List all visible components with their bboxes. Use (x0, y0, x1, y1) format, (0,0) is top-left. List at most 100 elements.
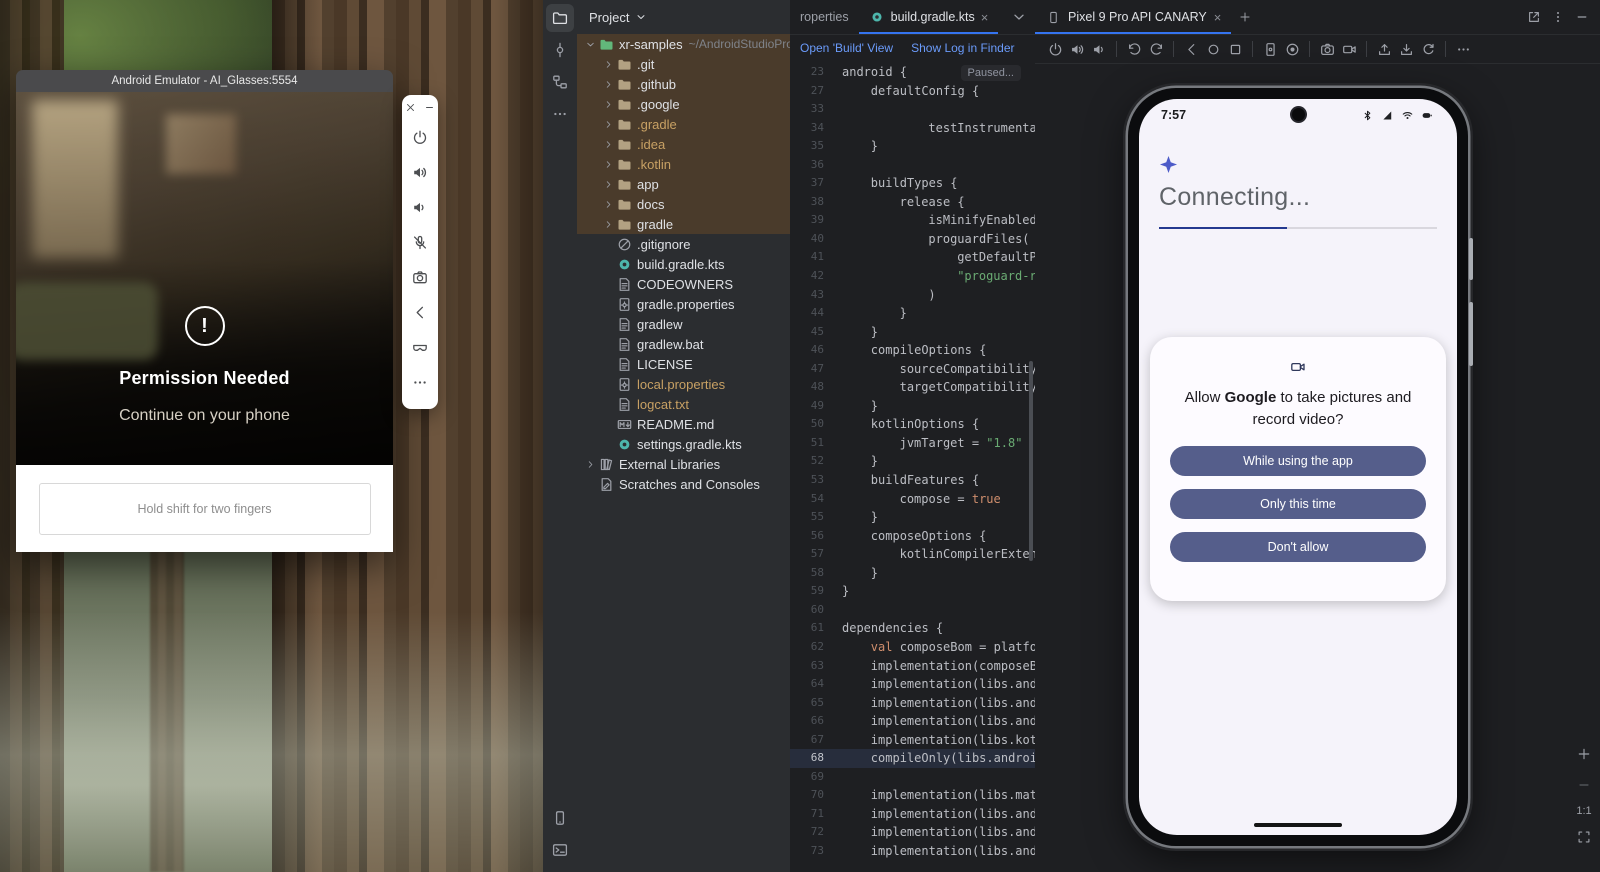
tree-item-external-libraries[interactable]: External Libraries (577, 454, 790, 474)
emulator-power-button[interactable] (407, 120, 433, 155)
emulator-titlebar[interactable]: Android Emulator - AI_Glasses:5554 (16, 70, 393, 92)
chevron-right-icon[interactable] (601, 117, 616, 132)
code-line-48: 48targetCompatibility (790, 378, 1035, 397)
code-line-73: 73implementation(libs.andr (790, 842, 1035, 861)
chevron-right-icon[interactable] (601, 177, 616, 192)
emulator-goggles-button[interactable] (407, 330, 433, 365)
folder-icon (616, 216, 632, 232)
tree-item-readme-md[interactable]: README.md (577, 414, 790, 434)
device-overview-button[interactable] (1225, 38, 1245, 60)
tool-project-folder-button[interactable] (546, 4, 574, 32)
tab-overflow-button[interactable] (1003, 0, 1035, 34)
device-power-button[interactable] (1045, 38, 1065, 60)
line-number: 65 (790, 694, 834, 713)
tree-item-local-properties[interactable]: local.properties (577, 374, 790, 394)
chevron-down-icon[interactable] (633, 9, 649, 25)
device-rotate-left-button[interactable] (1124, 38, 1144, 60)
device-rotate-right-button[interactable] (1146, 38, 1166, 60)
tree-item-settings-gradle-kts[interactable]: settings.gradle.kts (577, 434, 790, 454)
chevron-right-icon[interactable] (601, 217, 616, 232)
code-line-40: 40proguardFiles( (790, 230, 1035, 249)
tree-item-codeowners[interactable]: CODEOWNERS (577, 274, 790, 294)
zoom-fit-button[interactable] (1574, 826, 1594, 848)
device-volume-up-button[interactable] (1067, 38, 1087, 60)
emulator-volume-down-button[interactable] (407, 190, 433, 225)
close-tab-icon[interactable]: × (981, 11, 989, 24)
tree-item-gradlew[interactable]: gradlew (577, 314, 790, 334)
tool-structure-button[interactable] (546, 68, 574, 96)
emulator-back-button[interactable] (407, 295, 433, 330)
tree-item-gradle[interactable]: .gradle (577, 114, 790, 134)
device-back-button[interactable] (1181, 38, 1201, 60)
hide-button[interactable] (1572, 6, 1592, 28)
chevron-right-icon[interactable] (601, 77, 616, 92)
device-record-button[interactable] (1282, 38, 1302, 60)
editor-scrollbar[interactable] (1029, 361, 1033, 561)
tab-build-gradle-kts[interactable]: build.gradle.kts × (859, 0, 999, 34)
device-more-button[interactable] (1453, 38, 1473, 60)
open-build-view-link[interactable]: Open 'Build' View (800, 41, 893, 55)
zoom-out-button[interactable] (1574, 774, 1594, 796)
chevron-right-icon[interactable] (601, 157, 616, 172)
code-line-37: 37buildTypes { (790, 174, 1035, 193)
tree-item-git[interactable]: .git (577, 54, 790, 74)
tree-item-google[interactable]: .google (577, 94, 790, 114)
emulator-camera-button[interactable] (407, 260, 433, 295)
kebab-button[interactable] (1548, 6, 1568, 28)
tree-item-gitignore[interactable]: .gitignore (577, 234, 790, 254)
device-download-button[interactable] (1396, 38, 1416, 60)
chevron-right-icon[interactable] (601, 97, 616, 112)
device-home-button[interactable] (1203, 38, 1223, 60)
tree-item-app[interactable]: app (577, 174, 790, 194)
device-volume-down-button[interactable] (1089, 38, 1109, 60)
tree-item-gradle[interactable]: gradle (577, 214, 790, 234)
emulator-screen[interactable]: ! Permission Needed Continue on your pho… (16, 92, 393, 465)
minimize-button[interactable] (423, 101, 436, 114)
only-this-time-button[interactable]: Only this time (1170, 489, 1426, 519)
tree-item-label: .google (637, 97, 680, 112)
emulator-volume-up-button[interactable] (407, 155, 433, 190)
while-using-the-app-button[interactable]: While using the app (1170, 446, 1426, 476)
tool-terminal-button[interactable] (546, 836, 574, 864)
show-log-link[interactable]: Show Log in Finder (911, 41, 1014, 55)
tab-gradle-properties[interactable]: roperties (790, 0, 859, 34)
chevron-right-icon[interactable] (601, 197, 616, 212)
code-line-27: 27defaultConfig { (790, 82, 1035, 101)
tree-item-github[interactable]: .github (577, 74, 790, 94)
videocam-icon (1341, 41, 1357, 57)
tree-item-idea[interactable]: .idea (577, 134, 790, 154)
device-videocam-button[interactable] (1339, 38, 1359, 60)
code-editor[interactable]: Paused... 23android {27defaultConfig {33… (790, 61, 1035, 861)
tool-more-button[interactable] (546, 100, 574, 128)
tree-item-scratches-and-consoles[interactable]: Scratches and Consoles (577, 474, 790, 494)
tree-item-gradlew-bat[interactable]: gradlew.bat (577, 334, 790, 354)
tool-device-button[interactable] (546, 804, 574, 832)
tree-item-build-gradle-kts[interactable]: build.gradle.kts (577, 254, 790, 274)
tree-item-xr-samples[interactable]: xr-samples~/AndroidStudioProj (577, 34, 790, 54)
new-device-tab-button[interactable] (1231, 0, 1259, 34)
chevron-right-icon[interactable] (601, 57, 616, 72)
tree-item-gradle-properties[interactable]: gradle.properties (577, 294, 790, 314)
device-snapshot-button[interactable] (1418, 38, 1438, 60)
don-t-allow-button[interactable]: Don't allow (1170, 532, 1426, 562)
chevron-down-icon[interactable] (583, 37, 598, 52)
device-camera-button[interactable] (1317, 38, 1337, 60)
project-panel-header[interactable]: Project (577, 0, 790, 34)
tree-item-logcat-txt[interactable]: logcat.txt (577, 394, 790, 414)
tree-item-docs[interactable]: docs (577, 194, 790, 214)
chevron-right-icon[interactable] (601, 137, 616, 152)
device-upload-button[interactable] (1374, 38, 1394, 60)
emulator-more-button[interactable] (407, 365, 433, 400)
close-button[interactable] (404, 101, 417, 114)
tree-item-license[interactable]: LICENSE (577, 354, 790, 374)
chevron-right-icon[interactable] (583, 457, 598, 472)
tool-commit-button[interactable] (546, 36, 574, 64)
tree-item-kotlin[interactable]: .kotlin (577, 154, 790, 174)
zoom-in-button[interactable] (1574, 743, 1594, 765)
device-screenshot-button[interactable] (1260, 38, 1280, 60)
popout-button[interactable] (1524, 6, 1544, 28)
close-tab-icon[interactable]: × (1214, 10, 1222, 25)
emulator-mic-off-button[interactable] (407, 225, 433, 260)
tab-pixel-9-pro[interactable]: Pixel 9 Pro API CANARY × (1035, 0, 1231, 34)
phone-screen[interactable]: 7:57 Connecting... Allow Google to take … (1139, 99, 1457, 835)
